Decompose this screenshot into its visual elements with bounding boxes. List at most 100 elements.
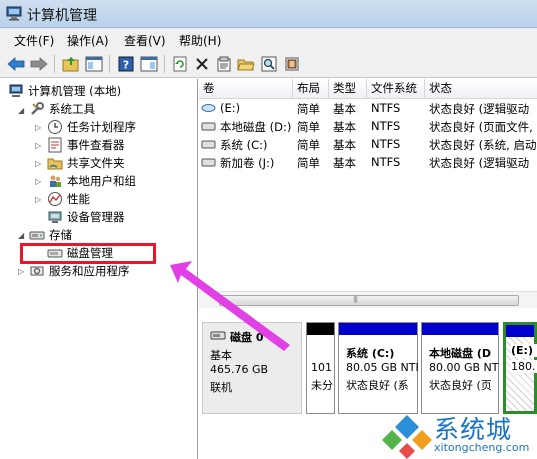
partition-line: 180.: [511, 360, 537, 373]
cell-layout: 简单: [297, 156, 320, 170]
disk-status: 联机: [210, 381, 232, 394]
partition-line: 101: [311, 361, 332, 374]
partition-line: 80.05 GB NTF: [346, 361, 418, 374]
cell-layout: 简单: [297, 138, 320, 152]
window-title: 计算机管理: [27, 8, 97, 24]
expand-chevron-icon[interactable]: ▷: [35, 141, 41, 150]
tree-label: 系统工具: [49, 102, 95, 116]
title-bar: 计算机管理: [0, 0, 537, 28]
refresh-icon[interactable]: [170, 54, 190, 74]
performance-icon: [48, 192, 62, 206]
column-header-status[interactable]: 状态: [425, 79, 537, 99]
partition-line: 本地磁盘 (D: [429, 347, 491, 360]
table-row[interactable]: (E:) 简单 基本 NTFS 状态良好 (逻辑驱动: [199, 100, 537, 117]
open-folder-icon[interactable]: [236, 54, 256, 74]
delete-icon[interactable]: [192, 54, 212, 74]
navigation-tree: 计算机管理 (本地) ◢ 系统工具 ▷ 任务计划程序 ▷ 事件查看器 ▷ 共享文…: [0, 79, 198, 459]
properties-icon[interactable]: [214, 54, 234, 74]
disk-name: 磁盘 0: [230, 331, 264, 344]
cell-type: 基本: [333, 156, 356, 170]
table-row[interactable]: 系统 (C:) 简单 基本 NTFS 状态良好 (系统, 启动: [199, 136, 537, 153]
clock-icon: [48, 120, 62, 134]
tree-item-shared-folders[interactable]: 共享文件夹: [47, 154, 125, 172]
show-hide-tree-icon[interactable]: [84, 54, 104, 74]
tree-item-local-users[interactable]: 本地用户和组: [47, 172, 136, 190]
cell-type: 基本: [333, 138, 356, 152]
column-header-filesystem[interactable]: 文件系统: [367, 79, 425, 99]
disk-type: 基本: [210, 349, 232, 362]
tree-item-storage[interactable]: 存储: [29, 226, 72, 244]
menu-view[interactable]: 查看(V): [124, 32, 166, 49]
cell-status: 状态良好 (页面文件,: [429, 120, 533, 134]
volume-icon: [201, 104, 216, 112]
tree-item-performance[interactable]: 性能: [47, 190, 90, 208]
expand-chevron-icon[interactable]: ▷: [35, 123, 41, 132]
event-viewer-icon: [48, 137, 62, 153]
collapse-chevron-icon[interactable]: ◢: [18, 106, 24, 115]
cell-filesystem: NTFS: [371, 101, 401, 115]
svg-text:?: ?: [123, 59, 129, 72]
computer-management-icon: [9, 84, 23, 97]
menu-file[interactable]: 文件(F): [14, 32, 54, 49]
scrollbar-grip-icon: |||: [353, 295, 358, 303]
cell-volume: (E:): [220, 101, 241, 115]
tree-item-task-scheduler[interactable]: 任务计划程序: [47, 118, 136, 136]
users-icon: [50, 175, 61, 187]
view-pane-icon[interactable]: [139, 54, 159, 74]
partition-line: 80.00 GB NTF: [429, 361, 499, 374]
table-row[interactable]: 本地磁盘 (D:) 简单 基本 NTFS 状态良好 (页面文件,: [199, 118, 537, 135]
tree-label: 服务和应用程序: [49, 264, 130, 278]
disk-info[interactable]: 磁盘 0 基本 465.76 GB 联机: [202, 322, 302, 414]
export-icon[interactable]: [282, 54, 302, 74]
cell-filesystem: NTFS: [371, 119, 401, 133]
partition-unallocated[interactable]: 101 未分: [306, 322, 335, 414]
services-icon: [30, 266, 44, 276]
device-manager-icon: [48, 211, 62, 223]
cell-type: 基本: [333, 120, 356, 134]
expand-chevron-icon[interactable]: ▷: [18, 267, 24, 276]
menu-action[interactable]: 操作(A): [67, 32, 109, 49]
tree-item-event-viewer[interactable]: 事件查看器: [47, 136, 125, 154]
horizontal-scrollbar[interactable]: |||: [199, 291, 537, 308]
expand-chevron-icon[interactable]: ▷: [35, 195, 41, 204]
tree-label: 计算机管理 (本地): [28, 84, 122, 98]
cell-filesystem: NTFS: [371, 137, 401, 151]
menu-help[interactable]: 帮助(H): [179, 32, 221, 49]
column-header-layout[interactable]: 布局: [293, 79, 329, 99]
up-folder-icon[interactable]: [61, 54, 81, 74]
search-icon[interactable]: [259, 54, 279, 74]
cell-status: 状态良好 (逻辑驱动: [429, 102, 530, 116]
expand-chevron-icon[interactable]: ▷: [35, 177, 41, 186]
partition-line: 状态良好 (页: [429, 379, 492, 392]
expand-chevron-icon[interactable]: ▷: [35, 159, 41, 168]
cell-volume: 新加卷 (J:): [220, 156, 275, 170]
partition-line: 系统 (C:): [346, 347, 395, 360]
help-icon[interactable]: ?: [116, 54, 136, 74]
back-arrow-icon[interactable]: [6, 54, 26, 74]
drive-icon: [201, 122, 216, 131]
tree-item-system-tools[interactable]: 系统工具: [29, 100, 95, 118]
tree-label: 事件查看器: [67, 138, 125, 152]
partition-e[interactable]: (E:) 180.: [503, 322, 537, 414]
collapse-chevron-icon[interactable]: ◢: [18, 231, 24, 240]
tree-item-computer-management[interactable]: 计算机管理 (本地): [8, 82, 121, 100]
column-header-type[interactable]: 类型: [329, 79, 367, 99]
cell-filesystem: NTFS: [371, 155, 401, 169]
partition-line: 状态良好 (系: [346, 379, 409, 392]
tree-item-services-apps[interactable]: 服务和应用程序: [29, 262, 130, 280]
drive-icon: [201, 158, 216, 167]
table-row[interactable]: 新加卷 (J:) 简单 基本 NTFS 状态良好 (逻辑驱动: [199, 154, 537, 171]
scrollbar-thumb[interactable]: [219, 295, 519, 306]
tree-label: 本地用户和组: [67, 174, 136, 188]
partition-d[interactable]: 本地磁盘 (D 80.00 GB NTF 状态良好 (页: [421, 322, 499, 414]
tree-label: 存储: [49, 228, 72, 242]
cell-volume: 系统 (C:): [220, 138, 268, 152]
wrench-icon: [31, 102, 44, 115]
tree-item-device-manager[interactable]: 设备管理器: [47, 208, 125, 226]
partition-c[interactable]: 系统 (C:) 80.05 GB NTF 状态良好 (系: [338, 322, 418, 414]
tree-label: 设备管理器: [67, 210, 125, 224]
watermark-url: xitongcheng.com: [434, 441, 530, 454]
forward-arrow-icon[interactable]: [29, 54, 49, 74]
cell-layout: 简单: [297, 102, 320, 116]
column-header-volume[interactable]: 卷: [199, 79, 293, 99]
